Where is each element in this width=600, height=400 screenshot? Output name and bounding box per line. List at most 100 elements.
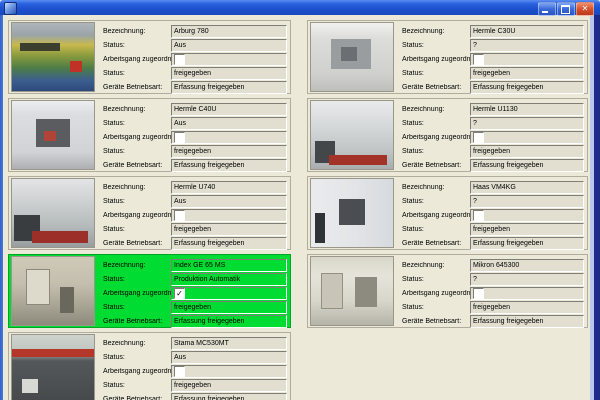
bezeichnung-field[interactable]: Arburg 780 (171, 25, 287, 38)
bezeichnung-label: Bezeichnung: (103, 184, 171, 191)
betriebsart-label: Geräte Betriebsart: (103, 318, 171, 325)
status2-field[interactable]: freigegeben (470, 301, 584, 314)
bezeichnung-field[interactable]: Hermle U740 (171, 181, 287, 194)
status-label: Status: (103, 120, 171, 127)
betriebsart-field[interactable]: Erfassung freigegeben (171, 81, 287, 94)
window-titlebar[interactable]: ✕ (0, 0, 600, 15)
status-field[interactable]: ? (470, 39, 584, 52)
arbeitsgang-checkbox[interactable] (473, 288, 484, 299)
bezeichnung-label: Bezeichnung: (103, 28, 171, 35)
bezeichnung-label: Bezeichnung: (103, 340, 171, 347)
status-label: Status: (402, 42, 470, 49)
arbeitsgang-checkbox[interactable] (473, 54, 484, 65)
betriebsart-field[interactable]: Erfassung freigegeben (171, 159, 287, 172)
status-field[interactable]: Aus (171, 195, 287, 208)
arbeitsgang-label: Arbeitsgang zugeordnet: (103, 212, 171, 219)
hermle-c2-machine-photo (310, 22, 394, 92)
machine-panel: Bezeichnung: Hermle U740 Status: Aus Arb… (8, 176, 291, 250)
machine-panel: Bezeichnung: Index GE 65 MS Status: Prod… (8, 254, 291, 328)
arbeitsgang-label: Arbeitsgang zugeordnet: (103, 56, 171, 63)
minimize-button[interactable] (538, 2, 556, 16)
status2-label: Status: (103, 70, 171, 77)
status-label: Status: (103, 198, 171, 205)
status-label: Status: (402, 198, 470, 205)
arbeitsgang-checkbox[interactable] (473, 210, 484, 221)
window-border-edge (594, 15, 600, 400)
hermle-c-machine-photo (11, 100, 95, 170)
bezeichnung-field[interactable]: Haas VM4KG (470, 181, 584, 194)
status-field[interactable]: Aus (171, 351, 287, 364)
status-field[interactable]: Produktion Automatik (171, 273, 287, 286)
bezeichnung-field[interactable]: Hermle U1130 (470, 103, 584, 116)
status2-label: Status: (103, 226, 171, 233)
betriebsart-field[interactable]: Erfassung freigegeben (470, 237, 584, 250)
betriebsart-label: Geräte Betriebsart: (103, 396, 171, 400)
arbeitsgang-checkbox-field (470, 53, 584, 66)
arbeitsgang-checkbox[interactable]: ✓ (174, 288, 185, 299)
status-label: Status: (103, 354, 171, 361)
arbeitsgang-checkbox[interactable] (174, 132, 185, 143)
hermle-u-machine-photo (11, 178, 95, 248)
arbeitsgang-checkbox[interactable] (174, 366, 185, 377)
status2-field[interactable]: freigegeben (470, 145, 584, 158)
status-field[interactable]: ? (470, 117, 584, 130)
machine-overview-area: Bezeichnung: Arburg 780 Status: Aus Arbe… (3, 15, 594, 400)
status2-label: Status: (103, 304, 171, 311)
status-label: Status: (402, 120, 470, 127)
arbeitsgang-label: Arbeitsgang zugeordnet: (103, 134, 171, 141)
status2-label: Status: (402, 70, 470, 77)
machine-panel: Bezeichnung: Stama MC530MT Status: Aus A… (8, 332, 291, 400)
status2-field[interactable]: freigegeben (470, 67, 584, 80)
bezeichnung-label: Bezeichnung: (402, 262, 470, 269)
mikron-machine-photo (310, 256, 394, 326)
status-field[interactable]: ? (470, 273, 584, 286)
status-field[interactable]: ? (470, 195, 584, 208)
workshop-machine-photo (11, 256, 95, 326)
betriebsart-label: Geräte Betriebsart: (402, 84, 470, 91)
arbeitsgang-checkbox[interactable] (174, 210, 185, 221)
status2-field[interactable]: freigegeben (470, 223, 584, 236)
application-icon (4, 2, 17, 15)
arbeitsgang-label: Arbeitsgang zugeordnet: (402, 290, 470, 297)
maximize-button[interactable] (557, 2, 575, 16)
status2-field[interactable]: freigegeben (171, 223, 287, 236)
close-button[interactable]: ✕ (576, 2, 594, 16)
arbeitsgang-checkbox[interactable] (174, 54, 185, 65)
arbeitsgang-checkbox-field (171, 131, 287, 144)
bezeichnung-field[interactable]: Hermle C40U (171, 103, 287, 116)
status-field[interactable]: Aus (171, 117, 287, 130)
status2-field[interactable]: freigegeben (171, 379, 287, 392)
machine-panel: Bezeichnung: Haas VM4KG Status: ? Arbeit… (307, 176, 588, 250)
bezeichnung-label: Bezeichnung: (103, 106, 171, 113)
machine-panel: Bezeichnung: Hermle C40U Status: Aus Arb… (8, 98, 291, 172)
bezeichnung-field[interactable]: Mikron 645300 (470, 259, 584, 272)
close-icon: ✕ (582, 4, 589, 13)
status2-field[interactable]: freigegeben (171, 67, 287, 80)
status2-field[interactable]: freigegeben (171, 301, 287, 314)
status2-label: Status: (103, 148, 171, 155)
hermle-u2-machine-photo (310, 100, 394, 170)
betriebsart-field[interactable]: Erfassung freigegeben (171, 315, 287, 328)
arbeitsgang-checkbox-field (171, 209, 287, 222)
betriebsart-field[interactable]: Erfassung freigegeben (171, 393, 287, 400)
arbeitsgang-checkbox-field (470, 209, 584, 222)
bezeichnung-field[interactable]: Stama MC530MT (171, 337, 287, 350)
status-field[interactable]: Aus (171, 39, 287, 52)
status2-field[interactable]: freigegeben (171, 145, 287, 158)
betriebsart-label: Geräte Betriebsart: (103, 162, 171, 169)
betriebsart-label: Geräte Betriebsart: (402, 162, 470, 169)
betriebsart-field[interactable]: Erfassung freigegeben (470, 315, 584, 328)
betriebsart-label: Geräte Betriebsart: (103, 84, 171, 91)
betriebsart-field[interactable]: Erfassung freigegeben (470, 159, 584, 172)
betriebsart-label: Geräte Betriebsart: (103, 240, 171, 247)
betriebsart-field[interactable]: Erfassung freigegeben (171, 237, 287, 250)
bezeichnung-field[interactable]: Hermle C30U (470, 25, 584, 38)
window-border-left (0, 15, 3, 400)
status-label: Status: (402, 276, 470, 283)
arbeitsgang-checkbox-field (171, 365, 287, 378)
betriebsart-field[interactable]: Erfassung freigegeben (470, 81, 584, 94)
arbeitsgang-label: Arbeitsgang zugeordnet: (402, 134, 470, 141)
arbeitsgang-checkbox[interactable] (473, 132, 484, 143)
status-label: Status: (103, 276, 171, 283)
bezeichnung-field[interactable]: Index GE 65 MS (171, 259, 287, 272)
